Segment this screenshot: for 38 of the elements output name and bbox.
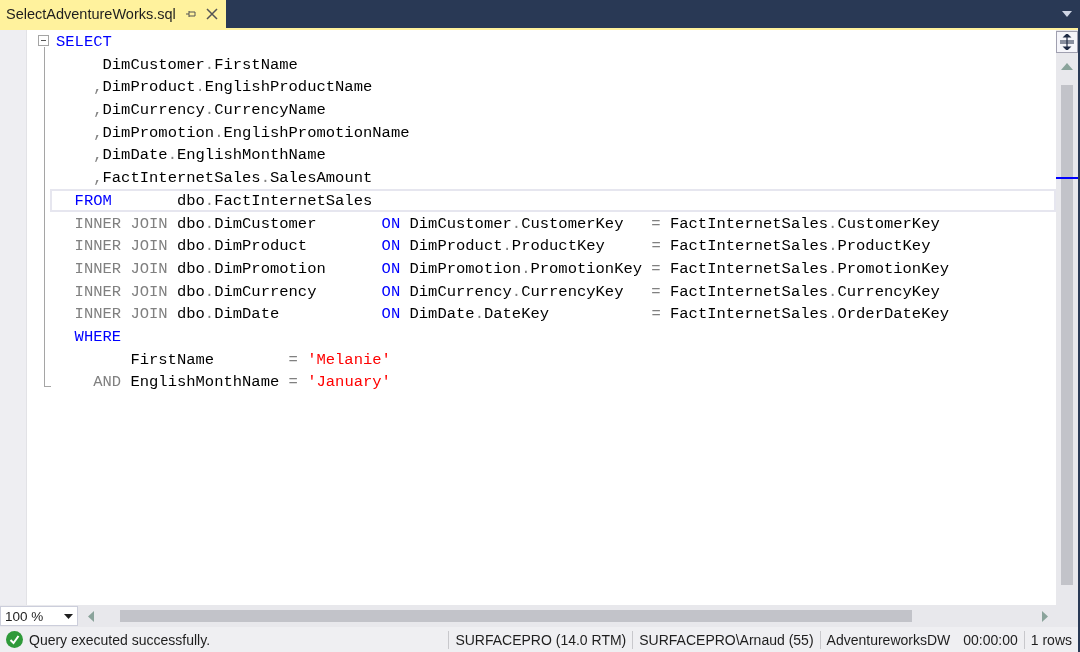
cursor-marker: [1056, 177, 1078, 179]
document-tab[interactable]: SelectAdventureWorks.sql: [0, 0, 226, 28]
success-icon: [6, 631, 23, 648]
split-button[interactable]: [1056, 31, 1078, 53]
tab-title: SelectAdventureWorks.sql: [6, 6, 176, 22]
scroll-up-icon[interactable]: [1061, 63, 1073, 70]
status-field: AdventureworksDW: [819, 630, 957, 649]
code-line: INNER JOIN dbo.DimPromotion ON DimPromotion.PromotionKey = FactInternetSales.PromotionKey: [73, 258, 951, 280]
code-line: ,FactInternetSales.SalesAmount: [92, 168, 374, 189]
split-icon: [1060, 34, 1074, 50]
code-line: AND EnglishMonthName = 'January': [92, 372, 392, 393]
code-line: ,DimProduct.EnglishProductName: [92, 77, 374, 99]
code-line: INNER JOIN dbo.DimProduct ON DimProduct.ProductKey = FactInternetSales.ProductKey: [73, 236, 932, 257]
status-message: Query executed successfully.: [29, 631, 212, 648]
code-line: FirstName = 'Melanie': [129, 349, 392, 371]
pin-icon[interactable]: [185, 9, 196, 19]
code-line: ,DimCurrency.CurrencyName: [92, 100, 327, 121]
zoom-dropdown[interactable]: 100 %: [0, 606, 78, 626]
scroll-right-icon[interactable]: [1042, 610, 1048, 622]
scroll-thumb[interactable]: [1061, 85, 1073, 585]
caret-icon: [64, 613, 73, 619]
dropdown-icon[interactable]: [1062, 11, 1072, 17]
status-field: SURFACEPRO (14.0 RTM): [448, 630, 633, 649]
code-line: INNER JOIN dbo.DimDate ON DimDate.DateKey = FactInternetSales.OrderDateKey: [73, 304, 951, 325]
status-field: 00:00:00: [956, 630, 1024, 649]
code-line: ,DimPromotion.EnglishPromotionName: [92, 122, 411, 144]
code-line: ,DimDate.EnglishMonthName: [92, 145, 327, 167]
scroll-left-icon[interactable]: [88, 610, 94, 622]
close-icon[interactable]: [205, 8, 218, 20]
code-line: WHERE: [73, 326, 123, 348]
scroll-thumb[interactable]: [120, 610, 912, 622]
code-line: INNER JOIN dbo.DimCustomer ON DimCustomer.CustomerKey = FactInternetSales.CustomerKey: [73, 213, 941, 235]
code-line: SELECT: [55, 32, 113, 53]
status-field: SURFACEPRO\Arnaud (55): [632, 630, 820, 649]
collapse-icon[interactable]: [38, 35, 49, 46]
status-field: 1 rows: [1023, 630, 1078, 649]
code-line: INNER JOIN dbo.DimCurrency ON DimCurrency.CurrencyKey = FactInternetSales.CurrencyKey: [73, 281, 941, 303]
code-line: DimCustomer.FirstName: [101, 54, 299, 76]
